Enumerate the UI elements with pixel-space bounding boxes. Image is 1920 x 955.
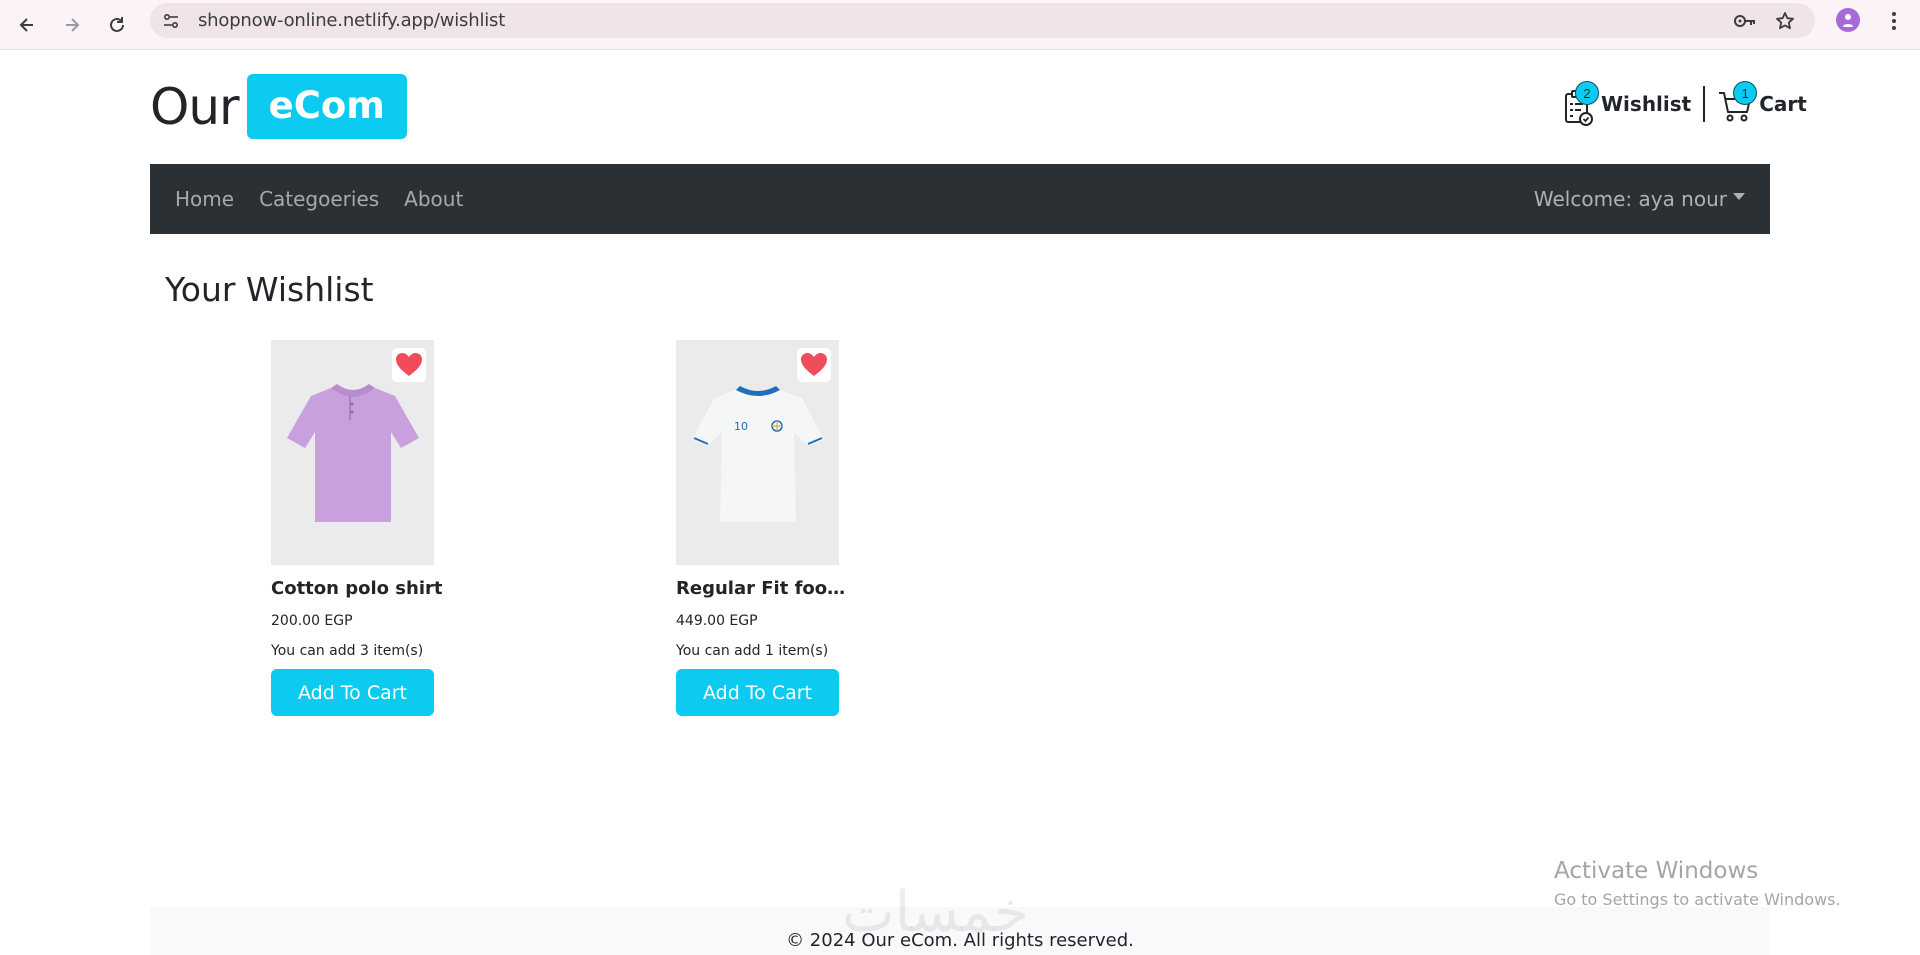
back-button[interactable] bbox=[10, 8, 44, 42]
browser-toolbar: shopnow-online.netlify.app/wishlist bbox=[0, 0, 1920, 50]
main-navbar: Home Categoeries About Welcome: aya nour bbox=[150, 164, 1770, 234]
product-image[interactable]: 10 bbox=[676, 340, 839, 565]
cart-count-badge: 1 bbox=[1733, 81, 1758, 105]
khamsat-watermark: خمسات bbox=[842, 880, 1029, 945]
activate-subtitle: Go to Settings to activate Windows. bbox=[1554, 890, 1841, 909]
reload-icon bbox=[110, 17, 124, 32]
product-price: 200.00 EGP bbox=[271, 613, 353, 629]
wishlist-count-badge: 2 bbox=[1575, 81, 1599, 105]
password-key-button[interactable] bbox=[1730, 6, 1760, 36]
browser-menu-button[interactable] bbox=[1880, 6, 1908, 36]
nav-about[interactable]: About bbox=[404, 187, 463, 211]
product-stock: You can add 1 item(s) bbox=[676, 643, 829, 659]
heart-icon bbox=[801, 353, 827, 376]
product-price: 449.00 EGP bbox=[676, 613, 758, 629]
product-card: 10 Regular Fit footb... 449.00 EGP You c… bbox=[676, 340, 851, 716]
header-divider bbox=[1703, 86, 1706, 122]
forward-button[interactable] bbox=[55, 8, 89, 42]
product-card: Cotton polo shirt 200.00 EGP You can add… bbox=[271, 340, 442, 716]
svg-text:10: 10 bbox=[734, 420, 748, 433]
nav-categories[interactable]: Categoeries bbox=[259, 187, 379, 211]
wishlist-label: Wishlist bbox=[1601, 92, 1692, 116]
more-menu-icon bbox=[1892, 12, 1896, 30]
add-to-cart-button[interactable]: Add To Cart bbox=[676, 669, 839, 716]
remove-from-wishlist-button[interactable] bbox=[392, 348, 426, 382]
cart-link[interactable]: 1 Cart bbox=[1717, 81, 1807, 123]
logo-text: Our bbox=[150, 77, 240, 136]
activate-title: Activate Windows bbox=[1554, 858, 1759, 884]
back-arrow-icon bbox=[19, 18, 33, 32]
activate-windows-notice: Activate Windows Go to Settings to activ… bbox=[1554, 858, 1841, 909]
site-logo[interactable]: Our eCom bbox=[150, 74, 407, 139]
url-text[interactable]: shopnow-online.netlify.app/wishlist bbox=[198, 10, 505, 31]
product-title[interactable]: Cotton polo shirt bbox=[271, 578, 446, 599]
product-image[interactable] bbox=[271, 340, 434, 565]
welcome-text: Welcome: aya nour bbox=[1533, 187, 1727, 211]
bookmark-button[interactable] bbox=[1770, 6, 1800, 36]
wishlist-link[interactable]: 2 Wishlist bbox=[1563, 81, 1692, 126]
bookmark-star-icon bbox=[1776, 12, 1794, 30]
add-to-cart-button[interactable]: Add To Cart bbox=[271, 669, 434, 716]
profile-avatar-icon bbox=[1843, 14, 1853, 27]
password-key-icon bbox=[1734, 15, 1755, 27]
product-stock: You can add 3 item(s) bbox=[271, 643, 424, 659]
user-dropdown[interactable]: Welcome: aya nour bbox=[1534, 164, 1745, 234]
site-info-icon bbox=[163, 13, 179, 28]
cart-label: Cart bbox=[1759, 92, 1807, 116]
page-title: Your Wishlist bbox=[165, 270, 374, 309]
site-info-button[interactable] bbox=[156, 6, 186, 36]
heart-icon bbox=[396, 353, 422, 376]
logo-badge: eCom bbox=[246, 74, 407, 139]
reload-button[interactable] bbox=[100, 8, 134, 42]
profile-avatar[interactable] bbox=[1836, 8, 1860, 32]
header-actions: 2 Wishlist 1 Cart bbox=[1563, 79, 1807, 129]
remove-from-wishlist-button[interactable] bbox=[797, 348, 831, 382]
nav-home[interactable]: Home bbox=[175, 187, 234, 211]
chevron-down-icon bbox=[1733, 192, 1745, 200]
forward-arrow-icon bbox=[66, 18, 80, 32]
product-title[interactable]: Regular Fit footb... bbox=[676, 578, 851, 599]
address-bar[interactable]: shopnow-online.netlify.app/wishlist bbox=[150, 3, 1815, 38]
